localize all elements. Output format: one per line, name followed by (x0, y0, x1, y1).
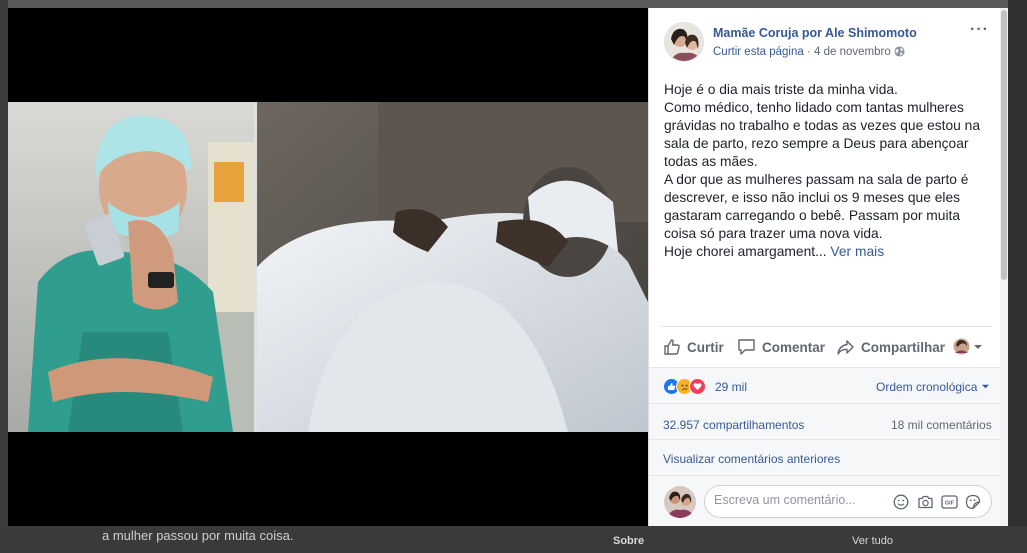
reactions-bar: 29 mil Ordem cronológica (649, 367, 1000, 403)
sticker-icon[interactable] (965, 494, 981, 515)
scrollbar-thumb[interactable] (1001, 10, 1007, 280)
reaction-icons[interactable] (663, 378, 706, 395)
speech-bubble-icon (738, 339, 755, 355)
post-panel: Mamãe Coruja por Ale Shimomoto Curtir es… (648, 8, 1008, 526)
reaction-count[interactable]: 29 mil (715, 380, 747, 394)
actions-divider (661, 326, 992, 327)
background-text: a mulher passou por muita coisa. (102, 528, 294, 543)
background-top (0, 0, 1027, 8)
view-previous-comments-link[interactable]: Visualizar comentários anteriores (663, 452, 840, 466)
photo-theater[interactable] (8, 8, 648, 526)
post-paragraph: A dor que as mulheres passam na sala de … (664, 172, 969, 241)
previous-comments-bar: Visualizar comentários anteriores (649, 439, 1000, 475)
like-page-link[interactable]: Curtir esta página (713, 46, 804, 58)
post-meta: Curtir esta página · 4 de novembro (713, 46, 905, 60)
share-label: Compartilhar (861, 339, 946, 355)
love-reaction-icon (689, 378, 706, 395)
user-avatar-image (664, 486, 696, 518)
stats-bar: 32.957 compartilhamentos 18 mil comentár… (649, 403, 1000, 439)
camera-icon[interactable] (917, 494, 934, 515)
post-photo[interactable] (8, 102, 648, 432)
gif-icon[interactable]: GIF (941, 494, 958, 515)
see-more-link[interactable]: Ver mais (830, 244, 884, 259)
post-body: Hoje é o dia mais triste da minha vida. … (664, 81, 994, 261)
photo-illustration (8, 102, 648, 432)
post-date[interactable]: 4 de novembro (814, 46, 891, 58)
post-paragraph: Como médico, tenho lidado com tantas mul… (664, 100, 981, 169)
shares-count-link[interactable]: 32.957 compartilhamentos (663, 418, 804, 432)
share-audience-selector[interactable] (953, 338, 983, 355)
share-button[interactable]: Compartilhar (836, 337, 945, 357)
page-name-link[interactable]: Mamãe Coruja por Ale Shimomoto (713, 26, 917, 40)
meta-separator: · (803, 46, 815, 58)
thumbs-up-icon (664, 339, 680, 355)
profile-avatar-icon (953, 338, 970, 355)
more-options-button[interactable]: ··· (970, 21, 989, 39)
background-bottom: a mulher passou por muita coisa. Sobre V… (0, 526, 1027, 553)
comment-label: Comentar (762, 339, 826, 355)
svg-text:GIF: GIF (945, 501, 955, 507)
comments-count: 18 mil comentários (891, 418, 992, 432)
panel-scrollbar[interactable] (1000, 8, 1008, 526)
comment-composer: GIF (649, 475, 1000, 526)
emoji-icon[interactable] (893, 494, 909, 515)
post-paragraph: Hoje é o dia mais triste da minha vida. (664, 82, 898, 97)
globe-icon (894, 46, 905, 60)
chevron-down-icon (974, 344, 982, 349)
comment-order-label: Ordem cronológica (876, 380, 978, 394)
background-ver-tudo: Ver tudo (852, 535, 893, 547)
like-label: Curtir (687, 339, 724, 355)
page-avatar[interactable] (664, 22, 704, 62)
comment-button[interactable]: Comentar (737, 337, 825, 357)
comment-order-dropdown[interactable]: Ordem cronológica (876, 380, 990, 394)
chevron-down-icon (981, 384, 989, 389)
background-left-strip (0, 0, 8, 553)
comment-box[interactable]: GIF (704, 485, 992, 518)
background-sobre: Sobre (613, 535, 645, 547)
user-avatar (664, 486, 696, 518)
comment-input[interactable] (714, 493, 884, 507)
background-right-strip (1008, 0, 1027, 553)
like-button[interactable]: Curtir (663, 337, 724, 357)
post-truncated-text: Hoje chorei amargament... (664, 244, 827, 259)
avatar-image (665, 23, 703, 61)
post-paragraph: Hoje chorei amargament... Ver mais (664, 243, 994, 261)
share-arrow-icon (837, 340, 854, 355)
